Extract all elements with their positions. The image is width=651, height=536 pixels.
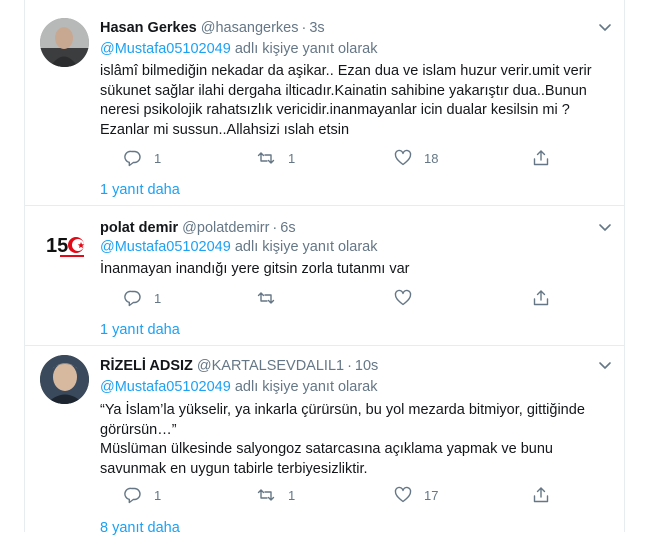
replying-to: @Mustafa05102049 adlı kişiye yanıt olara… — [100, 239, 378, 255]
tweet-text-line: İnanmayan inandığı yere gitsin zorla tut… — [100, 261, 410, 277]
replying-to: @Mustafa05102049 adlı kişiye yanıt olara… — [100, 379, 378, 395]
tweet[interactable]: 15 polat demir @polatdemirr · 6s @Mustafa05… — [25, 206, 624, 345]
timestamp[interactable]: 3s — [309, 20, 324, 36]
tweet[interactable]: Hasan Gerkes @hasangerkes · 3s @Mustafa0510… — [25, 0, 624, 205]
like-button[interactable]: 18 — [394, 148, 438, 168]
share-button[interactable] — [532, 485, 550, 505]
tweet-text-line: Ezanlar mi sussun..Allahsizi ıslah etsin — [100, 121, 350, 138]
retweet-icon — [257, 489, 275, 501]
share-icon — [533, 487, 549, 503]
like-icon — [394, 486, 412, 503]
retweet-button[interactable]: 1 — [256, 148, 295, 168]
tweet-actions: 1 — [100, 288, 549, 308]
tweet-text-line: Müslüman ülkesinde salyongoz satarcasına… — [100, 441, 553, 457]
tweet[interactable]: RİZELİ ADSIZ @KARTALSEVDALIL1 · 10s @Mustaf… — [25, 346, 624, 536]
tweet-header: Hasan Gerkes @hasangerkes · 3s — [100, 20, 325, 36]
share-icon — [533, 150, 549, 166]
avatar[interactable] — [40, 355, 89, 404]
reply-button[interactable]: 1 — [124, 148, 161, 168]
separator-dot: · — [272, 220, 278, 236]
avatar-photo — [40, 18, 89, 67]
reply-count: 1 — [154, 150, 162, 166]
tweet-text: “Ya İslam’la yükselir, ya inkarla çürürs… — [100, 401, 610, 479]
mention-link[interactable]: @Mustafa05102049 — [100, 379, 231, 395]
tweet-actions: 1 1 18 — [100, 148, 549, 168]
show-more-replies-link[interactable]: 1 yanıt daha — [100, 182, 180, 198]
like-count: 17 — [424, 487, 439, 503]
like-icon — [394, 149, 412, 166]
tweet-text-line: islâmî bilmediğin nekadar da aşikar.. Ez… — [100, 63, 592, 79]
retweet-button[interactable] — [256, 288, 288, 308]
retweet-button[interactable]: 1 — [256, 485, 295, 505]
like-icon — [394, 289, 412, 306]
mention-link[interactable]: @Mustafa05102049 — [100, 41, 231, 57]
tweet-text-line: “Ya İslam’la yükselir, ya inkarla çürürs… — [100, 402, 585, 418]
avatar-photo — [40, 355, 89, 404]
replying-to-label: adlı kişiye yanıt olarak — [230, 239, 378, 255]
tweet-text: islâmî bilmediğin nekadar da aşikar.. Ez… — [100, 62, 610, 140]
reply-count: 1 — [154, 290, 162, 306]
mention-link[interactable]: @Mustafa05102049 — [100, 239, 231, 255]
reply-icon — [124, 150, 141, 167]
share-button[interactable] — [532, 288, 550, 308]
replying-to-label: adlı kişiye yanıt olarak — [230, 41, 378, 57]
like-button[interactable] — [394, 288, 424, 308]
tweet-text-line: sükunet sağlar ilahi dergaha ilticadır.K… — [100, 82, 587, 99]
like-button[interactable]: 17 — [394, 485, 438, 505]
caret-down-icon[interactable] — [596, 356, 614, 374]
user-handle[interactable]: @polatdemirr — [182, 220, 269, 236]
share-icon — [533, 290, 549, 306]
tweet-text: İnanmayan inandığı yere gitsin zorla tut… — [100, 260, 610, 280]
tweet-header: RİZELİ ADSIZ @KARTALSEVDALIL1 · 10s — [100, 358, 378, 374]
replying-to: @Mustafa05102049 adlı kişiye yanıt olara… — [100, 41, 378, 57]
share-button[interactable] — [532, 148, 550, 168]
display-name[interactable]: polat demir — [100, 220, 178, 236]
retweet-count: 1 — [288, 487, 296, 503]
replying-to-label: adlı kişiye yanıt olarak — [230, 379, 378, 395]
avatar-logo-text: 15 — [46, 235, 68, 257]
display-name[interactable]: RİZELİ ADSIZ — [100, 358, 193, 374]
tweet-text-line: neresi psikolojik rahatsızlık vericidir.… — [100, 102, 570, 118]
avatar-logo: 15 — [40, 220, 89, 269]
retweet-count: 1 — [288, 150, 296, 166]
timestamp[interactable]: 10s — [355, 358, 378, 374]
reply-count: 1 — [154, 487, 162, 503]
show-more-replies-link[interactable]: 1 yanıt daha — [100, 322, 180, 338]
tweet-header: polat demir @polatdemirr · 6s — [100, 220, 296, 236]
display-name[interactable]: Hasan Gerkes — [100, 20, 197, 36]
tweet-text-line: görürsün…” — [100, 421, 177, 438]
separator-dot: · — [301, 20, 307, 36]
reply-button[interactable]: 1 — [124, 288, 161, 308]
caret-down-icon[interactable] — [596, 218, 614, 236]
show-more-replies-link[interactable]: 8 yanıt daha — [100, 520, 180, 536]
separator-dot: · — [347, 358, 352, 374]
retweet-icon — [257, 292, 275, 304]
avatar[interactable]: 15 — [40, 220, 89, 269]
avatar[interactable] — [40, 18, 89, 67]
reply-icon — [124, 290, 141, 307]
tweet-text-line: savunmak en uygun tabirle terbiyesizlikt… — [100, 460, 368, 477]
reply-button[interactable]: 1 — [124, 485, 161, 505]
user-handle[interactable]: @hasangerkes — [201, 20, 299, 36]
timeline-column: Hasan Gerkes @hasangerkes · 3s @Mustafa0510… — [24, 0, 625, 536]
timestamp[interactable]: 6s — [280, 220, 295, 236]
caret-down-icon[interactable] — [596, 18, 614, 36]
reply-icon — [124, 487, 141, 504]
like-count: 18 — [424, 150, 439, 166]
tweet-actions: 1 1 17 — [100, 485, 549, 505]
user-handle[interactable]: @KARTALSEVDALIL1 — [197, 358, 344, 374]
retweet-icon — [257, 152, 275, 164]
